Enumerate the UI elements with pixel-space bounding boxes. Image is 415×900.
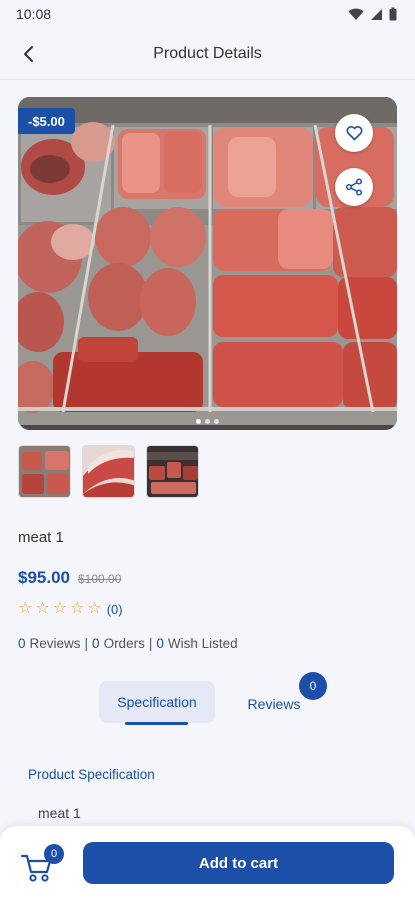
- tab-reviews[interactable]: Reviews: [240, 683, 308, 725]
- star-empty-icon: ☆: [35, 600, 50, 617]
- thumbnail-1[interactable]: [18, 445, 71, 498]
- battery-icon: [389, 7, 397, 21]
- current-price: $95.00: [18, 568, 70, 587]
- app-bar: Product Details: [0, 28, 415, 80]
- orders-label: Orders: [103, 636, 145, 651]
- status-icons: [348, 7, 397, 21]
- reviews-count: 0: [18, 636, 26, 651]
- product-stats: 0 Reviews | 0 Orders | 0 Wish Listed: [18, 636, 238, 651]
- star-empty-icon: ☆: [70, 600, 85, 617]
- carousel-indicator: [18, 419, 397, 424]
- tab-specification[interactable]: Specification: [99, 681, 215, 723]
- share-icon: [345, 178, 363, 196]
- share-button[interactable]: [335, 168, 373, 206]
- star-empty-icon: ☆: [52, 600, 68, 617]
- back-button[interactable]: [14, 40, 42, 68]
- specification-text: meat 1: [38, 805, 81, 821]
- bottom-action-bar: 0 Add to cart: [0, 826, 415, 900]
- cart-button[interactable]: 0: [20, 844, 68, 884]
- orders-count: 0: [92, 636, 100, 651]
- stats-separator: |: [148, 636, 153, 651]
- carousel-dot[interactable]: [196, 419, 201, 424]
- specification-heading: Product Specification: [28, 767, 155, 782]
- product-name: meat 1: [18, 529, 64, 546]
- page-title: Product Details: [153, 44, 262, 62]
- wishlist-button[interactable]: [335, 114, 373, 152]
- stats-separator: |: [84, 636, 89, 651]
- active-tab-indicator: [125, 722, 188, 725]
- signal-icon: [371, 8, 382, 20]
- reviews-label: Reviews: [29, 636, 81, 651]
- reviews-count-badge: 0: [299, 672, 327, 700]
- wish-count: 0: [156, 636, 164, 651]
- tab-reviews-label: Reviews: [247, 696, 301, 712]
- original-price: $100.00: [78, 572, 122, 586]
- status-bar: 10:08: [0, 0, 415, 28]
- rating-row: ☆ ☆ ☆ ☆ ☆ (0): [18, 601, 123, 617]
- carousel-dot[interactable]: [214, 419, 219, 424]
- star-empty-icon: ☆: [18, 600, 33, 617]
- cart-count-badge: 0: [44, 844, 64, 864]
- star-empty-icon: ☆: [87, 600, 102, 617]
- status-time: 10:08: [16, 6, 52, 22]
- thumbnail-3[interactable]: [146, 445, 199, 498]
- thumbnail-strip: [18, 445, 199, 498]
- back-arrow-icon: [24, 46, 33, 62]
- wish-label: Wish Listed: [167, 636, 238, 651]
- add-to-cart-label: Add to cart: [198, 854, 279, 872]
- rating-count: (0): [106, 601, 123, 617]
- product-image-carousel[interactable]: -$5.00: [18, 97, 397, 430]
- heart-icon: [346, 125, 362, 140]
- thumbnail-2[interactable]: [82, 445, 135, 498]
- add-to-cart-button[interactable]: Add to cart: [83, 842, 394, 884]
- price-row: $95.00 $100.00: [18, 568, 121, 588]
- carousel-dot[interactable]: [205, 419, 210, 424]
- wifi-icon: [348, 8, 364, 20]
- tab-specification-label: Specification: [117, 694, 197, 710]
- discount-badge: -$5.00: [18, 108, 75, 134]
